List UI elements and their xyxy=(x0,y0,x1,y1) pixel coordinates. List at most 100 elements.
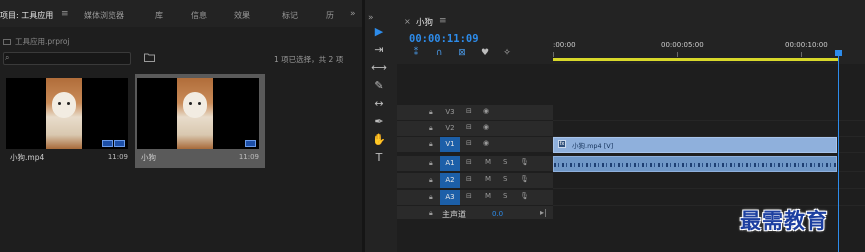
add-marker-icon[interactable]: ♥ xyxy=(479,48,491,58)
track-lane-a2[interactable] xyxy=(553,173,865,189)
tools-panel-menu-icon[interactable]: » xyxy=(368,13,374,23)
sequence-name: 小狗 xyxy=(141,153,156,162)
microphone-icon[interactable]: 🎙︎ xyxy=(520,192,529,200)
nest-sequence-icon[interactable]: ⁑ xyxy=(410,48,422,58)
dog-eye xyxy=(67,102,70,105)
mute-button[interactable]: M xyxy=(485,175,491,183)
lock-icon[interactable]: 🔒︎ xyxy=(429,159,433,168)
mute-button[interactable]: M xyxy=(485,192,491,200)
slip-tool-icon[interactable]: ↔ xyxy=(371,97,387,111)
clip-duration: 11:09 xyxy=(107,153,128,161)
dog-eye xyxy=(198,102,201,105)
track-header-a2: 🔒︎ A2 ⊟ M S 🎙︎ xyxy=(397,173,553,189)
ruler-label: :00:00 xyxy=(553,41,576,49)
sequence-thumbnail xyxy=(137,78,259,149)
hand-tool-icon[interactable]: ✋ xyxy=(371,133,387,147)
solo-button[interactable]: S xyxy=(503,192,507,200)
lock-icon[interactable]: 🔒︎ xyxy=(429,193,433,202)
project-panel-toolbar xyxy=(0,244,362,252)
ruler-tick xyxy=(677,52,678,57)
search-icon: ⌕ xyxy=(5,53,10,62)
wrench-icon[interactable]: ✧ xyxy=(501,48,513,58)
track-header-a3: 🔒︎ A3 ⊟ M S 🎙︎ xyxy=(397,190,553,206)
dog-eye xyxy=(58,102,61,105)
work-area-bar[interactable] xyxy=(553,58,839,61)
track-target-a3[interactable]: A3 xyxy=(440,190,460,205)
linked-selection-icon[interactable]: ⊠ xyxy=(456,48,468,58)
sync-lock-icon[interactable]: ⊟ xyxy=(466,192,472,200)
track-lane-v3[interactable] xyxy=(553,105,865,121)
dog-eye xyxy=(189,102,192,105)
tab-markers[interactable]: 标记 xyxy=(282,10,298,21)
audio-clip-a1[interactable] xyxy=(553,156,837,172)
tab-sequence[interactable]: 小狗 xyxy=(416,16,433,28)
track-target-a2[interactable]: A2 xyxy=(440,173,460,188)
lock-icon[interactable]: 🔒︎ xyxy=(429,140,433,149)
sync-lock-icon[interactable]: ⊟ xyxy=(466,107,472,115)
solo-button[interactable]: S xyxy=(503,175,507,183)
tab-effects[interactable]: 效果 xyxy=(234,10,250,21)
playhead-line[interactable] xyxy=(838,50,839,252)
fx-badge-icon: fx xyxy=(558,140,566,148)
eye-icon[interactable]: ◉ xyxy=(483,123,489,131)
sync-lock-icon[interactable]: ⊟ xyxy=(466,123,472,131)
go-to-end-icon[interactable]: ▸| xyxy=(540,208,547,217)
sequence-duration: 11:09 xyxy=(238,153,259,161)
track-target-a1[interactable]: A1 xyxy=(440,156,460,171)
sync-lock-icon[interactable]: ⊟ xyxy=(466,175,472,183)
close-sequence-icon[interactable]: × xyxy=(404,17,411,26)
sync-lock-icon[interactable]: ⊟ xyxy=(466,139,472,147)
ripple-edit-tool-icon[interactable]: ⟷ xyxy=(371,61,387,75)
lock-icon[interactable]: 🔒︎ xyxy=(429,176,433,185)
eye-icon[interactable]: ◉ xyxy=(483,139,489,147)
track-target-v2[interactable]: V2 xyxy=(440,121,460,136)
project-breadcrumb: 工具应用.prproj xyxy=(3,36,70,47)
tab-libraries[interactable]: 库 xyxy=(155,10,163,21)
selection-tool-icon[interactable]: ▶ xyxy=(371,25,387,39)
search-input[interactable] xyxy=(3,52,131,65)
playhead-handle[interactable] xyxy=(835,50,842,56)
master-volume-value[interactable]: 0.0 xyxy=(492,210,503,218)
tab-media-browser[interactable]: 媒体浏览器 xyxy=(84,10,124,21)
lock-icon[interactable]: 🔒︎ xyxy=(429,209,433,218)
panel-menu-icon[interactable]: ≡ xyxy=(61,9,69,19)
clip-name: 小狗.mp4 xyxy=(10,153,45,162)
track-target-v1[interactable]: V1 xyxy=(440,137,460,152)
timeline-menu-icon[interactable]: ≡ xyxy=(439,16,447,26)
track-target-v3[interactable]: V3 xyxy=(440,105,460,120)
watermark-text: 最需教育 xyxy=(740,208,828,233)
lock-icon[interactable]: 🔒︎ xyxy=(429,108,433,117)
track-header-master: 🔒︎ xyxy=(397,206,553,220)
pen-tool-icon[interactable]: ✒ xyxy=(371,115,387,129)
snap-icon[interactable]: ∩ xyxy=(433,48,445,58)
project-item-clip[interactable]: 小狗.mp4 11:09 xyxy=(4,74,134,168)
dog-head xyxy=(52,92,76,118)
tab-project[interactable]: 项目: 工具应用 xyxy=(0,10,53,21)
audio-waveform xyxy=(554,163,836,167)
lock-icon[interactable]: 🔒︎ xyxy=(429,124,433,133)
eye-icon[interactable]: ◉ xyxy=(483,107,489,115)
project-item-sequence[interactable]: 小狗 11:09 xyxy=(135,74,265,168)
new-bin-icon[interactable] xyxy=(144,52,155,62)
microphone-icon[interactable]: 🎙︎ xyxy=(520,175,529,183)
project-panel-tabs: 项目: 工具应用 ≡ 媒体浏览器 库 信息 效果 标记 历 » xyxy=(0,9,362,24)
type-tool-icon[interactable]: T xyxy=(371,151,387,165)
ruler-label: 00:00:05:00 xyxy=(661,41,704,49)
track-lane-a3[interactable] xyxy=(553,190,865,206)
razor-tool-icon[interactable]: ✎ xyxy=(371,79,387,93)
mute-button[interactable]: M xyxy=(485,158,491,166)
project-file-name: 工具应用.prproj xyxy=(15,37,70,46)
ruler-label: 00:00:10:00 xyxy=(785,41,828,49)
tab-history[interactable]: 历 xyxy=(326,10,334,21)
tab-info[interactable]: 信息 xyxy=(191,10,207,21)
track-select-tool-icon[interactable]: ⇥ xyxy=(371,43,387,57)
playhead-timecode[interactable]: 00:00:11:09 xyxy=(409,33,479,45)
tabs-overflow-icon[interactable]: » xyxy=(350,9,356,19)
master-track-label: 主声道 xyxy=(442,210,466,219)
ruler-tick xyxy=(553,52,554,57)
track-lane-v2[interactable] xyxy=(553,121,865,137)
microphone-icon[interactable]: 🎙︎ xyxy=(520,158,529,166)
solo-button[interactable]: S xyxy=(503,158,507,166)
sync-lock-icon[interactable]: ⊟ xyxy=(466,158,472,166)
ruler-tick xyxy=(801,52,802,57)
